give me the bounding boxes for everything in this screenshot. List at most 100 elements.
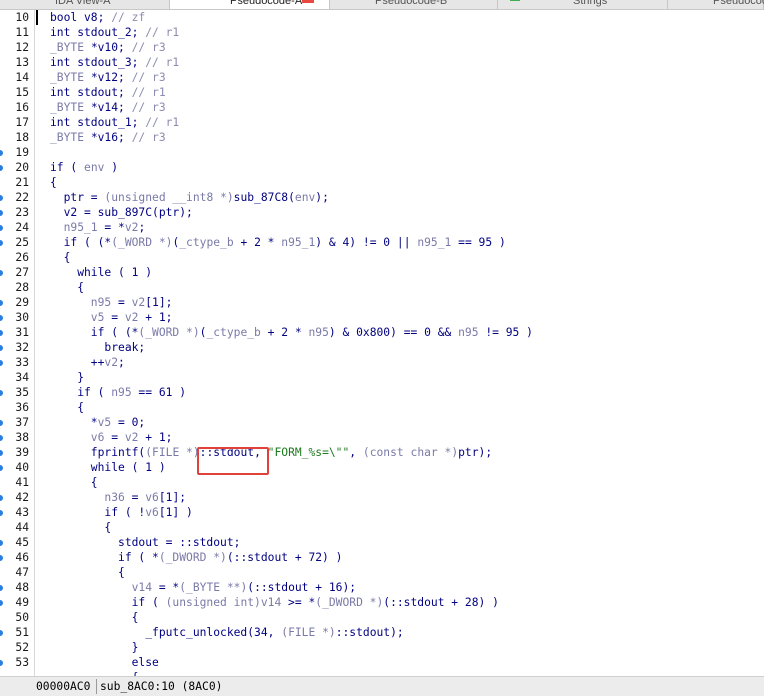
code-token: n95 xyxy=(458,326,479,339)
code-line[interactable]: 18 _BYTE *v16; // r3 xyxy=(0,130,764,145)
code-line[interactable]: 19 xyxy=(0,145,764,160)
code-token: stdout = ::stdout; xyxy=(50,536,241,549)
code-token: if ( * xyxy=(50,551,159,564)
tab-label: Pseudocode xyxy=(713,0,764,7)
code-token: n95 xyxy=(111,386,132,399)
code-line[interactable]: 22 ptr = (unsigned __int8 *)sub_87C8(env… xyxy=(0,190,764,205)
code-token: // zf xyxy=(111,11,146,24)
code-token: (ptr); xyxy=(152,206,193,219)
code-line[interactable]: 47 { xyxy=(0,565,764,580)
code-line[interactable]: 31 if ( (*(_WORD *)(_ctype_b + 2 * n95) … xyxy=(0,325,764,340)
pseudocode-editor[interactable]: 10 bool v8; // zf 11 int stdout_2; // r1 12 _… xyxy=(0,10,764,676)
code-token: // r1 xyxy=(145,56,180,69)
code-token: break; xyxy=(50,341,146,354)
line-number: 25 xyxy=(15,236,29,249)
code-line[interactable]: 25 if ( (*(_WORD *)(_ctype_b + 2 * n95_1… xyxy=(0,235,764,250)
code-text: v2 = sub_897C(ptr); xyxy=(50,205,193,220)
code-line[interactable]: 43 if ( !v6[1] ) xyxy=(0,505,764,520)
code-line[interactable]: 16 _BYTE *v14; // r3 xyxy=(0,100,764,115)
code-text: v5 = v2 + 1; xyxy=(50,310,173,325)
code-line[interactable]: 34 } xyxy=(0,370,764,385)
code-token: v2 = xyxy=(50,206,98,219)
code-line[interactable]: 26 { xyxy=(0,250,764,265)
code-token: { xyxy=(50,521,112,534)
code-text: { xyxy=(50,520,111,535)
code-token: ); xyxy=(315,191,329,204)
line-number: 12 xyxy=(15,41,29,54)
tab-pseudocode-extra[interactable]: Pseudocode xyxy=(668,0,764,9)
line-number: 46 xyxy=(15,551,29,564)
code-line[interactable]: 33 ++v2; xyxy=(0,355,764,370)
code-line[interactable]: 15 int stdout; // r1 xyxy=(0,85,764,100)
line-number: 27 xyxy=(15,266,29,279)
code-line[interactable]: 12 _BYTE *v10; // r3 xyxy=(0,40,764,55)
code-line[interactable]: 27 while ( 1 ) xyxy=(0,265,764,280)
code-token: ; xyxy=(118,356,125,369)
code-line[interactable]: 40 while ( 1 ) xyxy=(0,460,764,475)
code-line[interactable]: 28 { xyxy=(0,280,764,295)
code-line[interactable]: 10 bool v8; // zf xyxy=(0,10,764,25)
line-number: 26 xyxy=(15,251,29,264)
code-line[interactable]: 51 _fputc_unlocked(34, (FILE *)::stdout)… xyxy=(0,625,764,640)
code-text: int stdout_3; // r1 xyxy=(50,55,179,70)
code-text: v14 = *(_BYTE **)(::stdout + 16); xyxy=(50,580,356,595)
code-token: else xyxy=(50,656,159,669)
code-token: *v10; xyxy=(90,41,132,54)
code-token: *v16; xyxy=(90,131,132,144)
code-token: *v14; xyxy=(90,101,132,114)
code-line[interactable]: 30 v5 = v2 + 1; xyxy=(0,310,764,325)
code-text: ptr = (unsigned __int8 *)sub_87C8(env); xyxy=(50,190,329,205)
code-line[interactable]: 17 int stdout_1; // r1 xyxy=(0,115,764,130)
code-line[interactable]: 52 } xyxy=(0,640,764,655)
code-token: + 2 * xyxy=(233,236,282,249)
code-line[interactable]: 24 n95_1 = *v2; xyxy=(0,220,764,235)
code-line[interactable]: 23 v2 = sub_897C(ptr); xyxy=(0,205,764,220)
code-line[interactable]: 41 { xyxy=(0,475,764,490)
tab-label: Pseudocode-B xyxy=(375,0,448,7)
code-line[interactable]: 20 if ( env ) xyxy=(0,160,764,175)
code-token: (_WORD *) xyxy=(138,326,200,339)
code-text: if ( (*(_WORD *)(_ctype_b + 2 * n95_1) &… xyxy=(50,235,506,250)
code-line[interactable]: 21 { xyxy=(0,175,764,190)
line-number: 18 xyxy=(15,131,29,144)
code-line[interactable]: 42 n36 = v6[1]; xyxy=(0,490,764,505)
line-number: 52 xyxy=(15,641,29,654)
code-line[interactable]: 29 n95 = v2[1]; xyxy=(0,295,764,310)
code-token: env xyxy=(294,191,316,204)
line-number: 10 xyxy=(15,11,29,24)
code-text: int stdout_2; // r1 xyxy=(50,25,179,40)
line-number: 17 xyxy=(15,116,29,129)
tab-ida-view[interactable]: IDA View-A xyxy=(0,0,170,9)
close-icon[interactable] xyxy=(302,0,314,3)
tab-strings[interactable]: Strings xyxy=(498,0,668,9)
code-line[interactable]: 50 { xyxy=(0,610,764,625)
code-line[interactable]: 39 fprintf((FILE *)::stdout, "FORM_%s=\"… xyxy=(0,445,764,460)
code-text: { xyxy=(50,280,84,295)
line-number: 21 xyxy=(15,176,29,189)
line-number: 13 xyxy=(15,56,29,69)
status-divider xyxy=(96,679,97,694)
code-line[interactable]: 13 int stdout_3; // r1 xyxy=(0,55,764,70)
code-line[interactable]: 48 v14 = *(_BYTE **)(::stdout + 16); xyxy=(0,580,764,595)
code-text: if ( (unsigned int)v14 >= *(_DWORD *)(::… xyxy=(50,595,499,610)
line-number: 19 xyxy=(15,146,29,159)
code-token: v2 xyxy=(124,431,139,444)
code-line[interactable]: 37 *v5 = 0; xyxy=(0,415,764,430)
code-line[interactable]: 38 v6 = v2 + 1; xyxy=(0,430,764,445)
code-line[interactable]: 11 int stdout_2; // r1 xyxy=(0,25,764,40)
code-line[interactable]: 35 if ( n95 == 61 ) xyxy=(0,385,764,400)
code-token: = xyxy=(111,296,132,309)
line-number: 34 xyxy=(15,371,29,384)
code-line[interactable]: 49 if ( (unsigned int)v14 >= *(_DWORD *)… xyxy=(0,595,764,610)
code-line[interactable]: 14 _BYTE *v12; // r3 xyxy=(0,70,764,85)
tab-pseudocode-b[interactable]: Pseudocode-B xyxy=(330,0,498,9)
code-line[interactable]: 53 else xyxy=(0,655,764,670)
code-line[interactable]: 44 { xyxy=(0,520,764,535)
code-line[interactable]: 36 { xyxy=(0,400,764,415)
code-line[interactable]: 32 break; xyxy=(0,340,764,355)
tab-pseudocode-a[interactable]: Pseudocode-A xyxy=(170,0,330,9)
code-line[interactable]: 45 stdout = ::stdout; xyxy=(0,535,764,550)
code-line[interactable]: 46 if ( *(_DWORD *)(::stdout + 72) ) xyxy=(0,550,764,565)
line-number: 31 xyxy=(15,326,29,339)
code-token: + 2 * xyxy=(260,326,309,339)
